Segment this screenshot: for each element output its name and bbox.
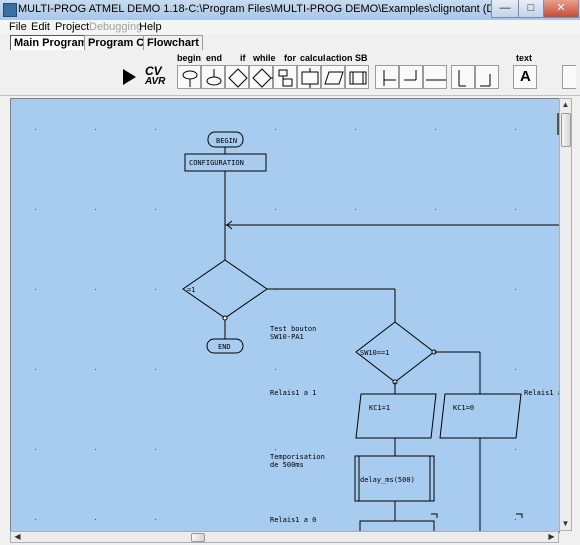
comment-relais-zero: Relais1 a 0 bbox=[270, 516, 316, 524]
scroll-left-icon[interactable]: ◀ bbox=[12, 532, 23, 542]
play-icon bbox=[123, 69, 136, 85]
label-action: action bbox=[326, 53, 353, 63]
cv-avr-button[interactable]: CV AVR bbox=[143, 65, 171, 89]
insert-begin-button[interactable] bbox=[177, 65, 201, 89]
flowchart-diagram: BEGIN CONFIGURATION =1 END Test bouton S… bbox=[35, 113, 559, 532]
insert-action-button[interactable] bbox=[321, 65, 345, 89]
end-label: END bbox=[218, 343, 231, 351]
connector-corner-icon bbox=[480, 74, 491, 87]
label-calcul: calcul bbox=[300, 53, 326, 63]
action-kc1-off-label: KC1=0 bbox=[453, 404, 474, 412]
menu-help[interactable]: Help bbox=[139, 21, 162, 33]
tab-flowchart[interactable]: Flowchart bbox=[143, 35, 203, 50]
connector-tee-left-button[interactable] bbox=[375, 65, 399, 89]
insert-text-button[interactable]: A bbox=[513, 65, 537, 89]
delay-call-label: delay_ms(500) bbox=[360, 476, 415, 484]
condition1-diamond bbox=[182, 259, 268, 319]
comment-test-2: SW10-PA1 bbox=[270, 333, 304, 341]
menu-bar: File Edit Project Debugging Help bbox=[0, 20, 580, 34]
configuration-label: CONFIGURATION bbox=[189, 159, 244, 167]
comment-test-1: Test bouton bbox=[270, 325, 316, 333]
tab-bar: Main Program Program C Flowchart bbox=[0, 34, 580, 50]
insert-for-button[interactable] bbox=[273, 65, 297, 89]
flowchart-canvas[interactable]: BEGIN CONFIGURATION =1 END Test bouton S… bbox=[10, 98, 560, 533]
insert-calcul-button[interactable] bbox=[297, 65, 321, 89]
comment-tempo-2: de 500ms bbox=[270, 461, 304, 469]
connector-tee-right-icon bbox=[404, 70, 417, 81]
calcul-box-icon bbox=[301, 68, 319, 88]
cond1-label: =1 bbox=[187, 286, 195, 294]
scroll-right-icon[interactable]: ▶ bbox=[546, 532, 557, 542]
begin-icon bbox=[182, 70, 198, 87]
tab-program-c[interactable]: Program C bbox=[84, 35, 149, 50]
menu-edit[interactable]: Edit bbox=[31, 21, 50, 33]
while-diamond-icon bbox=[252, 68, 273, 88]
insert-if-button[interactable] bbox=[225, 65, 249, 89]
label-for: for bbox=[284, 53, 296, 63]
action-parallelogram-icon bbox=[324, 71, 344, 85]
vertical-scroll-thumb[interactable] bbox=[561, 113, 571, 147]
maximize-button[interactable]: □ bbox=[518, 0, 544, 18]
insert-subroutine-button[interactable] bbox=[345, 65, 369, 89]
connector-horizontal-button[interactable] bbox=[423, 65, 447, 89]
scroll-up-icon[interactable]: ▲ bbox=[560, 100, 571, 110]
window-title: MULTI-PROG ATMEL DEMO 1.18-C:\Program Fi… bbox=[18, 3, 556, 15]
insert-end-button[interactable] bbox=[201, 65, 225, 89]
tab-main-program[interactable]: Main Program bbox=[10, 35, 92, 50]
toolbar: begin end if while for calcul action SB … bbox=[0, 50, 580, 96]
begin-label: BEGIN bbox=[216, 137, 237, 145]
close-button[interactable]: ✕ bbox=[543, 0, 579, 18]
title-bar: MULTI-PROG ATMEL DEMO 1.18-C:\Program Fi… bbox=[0, 0, 580, 21]
app-icon bbox=[3, 3, 17, 17]
menu-file[interactable]: File bbox=[9, 21, 27, 33]
for-loop-icon bbox=[278, 69, 293, 87]
cond2-label: SW10==1 bbox=[360, 349, 390, 357]
end-icon bbox=[206, 69, 222, 86]
minimize-button[interactable]: — bbox=[491, 0, 519, 18]
subroutine-box-icon bbox=[349, 71, 367, 85]
toolbar-overflow-button[interactable] bbox=[562, 65, 576, 89]
comment-relais-left: Relais1 a 1 bbox=[270, 389, 316, 397]
text-a-icon: A bbox=[520, 68, 531, 85]
scroll-down-icon[interactable]: ▼ bbox=[560, 519, 571, 529]
connector-tee-right-button[interactable] bbox=[399, 65, 423, 89]
vertical-scrollbar[interactable]: ▲ ▼ bbox=[559, 98, 572, 531]
menu-project[interactable]: Project bbox=[55, 21, 89, 33]
action-kc1-on-box bbox=[355, 393, 437, 439]
action-kc1-off-box bbox=[439, 393, 522, 439]
run-button[interactable] bbox=[117, 65, 141, 89]
label-sb: SB bbox=[355, 53, 368, 63]
label-end: end bbox=[206, 53, 223, 63]
connector-corner-button[interactable] bbox=[475, 65, 499, 89]
menu-debugging[interactable]: Debugging bbox=[89, 21, 142, 33]
action-kc1-on-label: KC1=1 bbox=[369, 404, 390, 412]
connector-vertical-left-button[interactable] bbox=[451, 65, 475, 89]
if-diamond-icon bbox=[228, 68, 248, 88]
label-if: if bbox=[240, 53, 246, 63]
connector-vertical-left-icon bbox=[458, 70, 466, 87]
connector-horizontal-icon bbox=[426, 79, 446, 81]
connector-tee-left-icon bbox=[383, 70, 396, 86]
comment-tempo-1: Temporisation bbox=[270, 453, 325, 461]
label-begin: begin bbox=[177, 53, 201, 63]
insert-while-button[interactable] bbox=[249, 65, 273, 89]
comment-relais-right: Relais1 a bbox=[524, 389, 559, 397]
label-while: while bbox=[253, 53, 276, 63]
horizontal-scroll-thumb[interactable] bbox=[191, 533, 205, 542]
horizontal-scrollbar[interactable]: ◀ ▶ bbox=[10, 531, 559, 543]
label-text: text bbox=[516, 53, 533, 63]
avr-label: AVR bbox=[145, 76, 166, 87]
